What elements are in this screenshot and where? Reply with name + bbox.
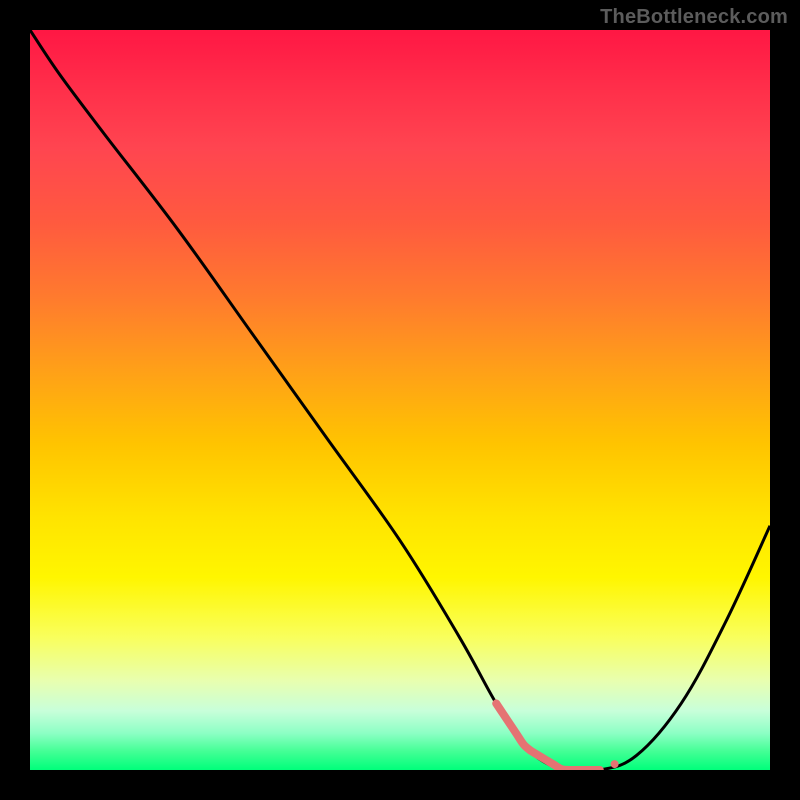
watermark-text: TheBottleneck.com: [600, 6, 788, 29]
highlight-left-segment: [496, 703, 530, 750]
plot-area: [30, 30, 770, 770]
chart-stage: TheBottleneck.com: [0, 0, 800, 800]
highlight-layer: [30, 30, 770, 770]
highlight-flat-segment: [530, 751, 568, 770]
highlight-dot: [611, 760, 619, 768]
